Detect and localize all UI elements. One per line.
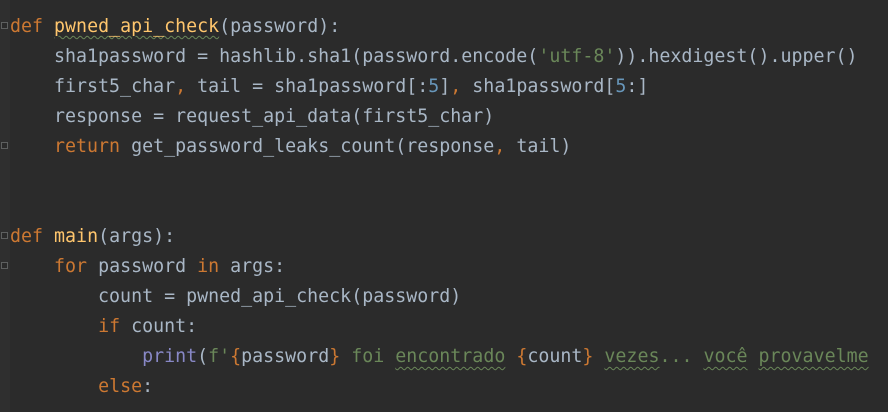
fold-marker-icon[interactable]	[1, 232, 8, 239]
code-line[interactable]: response = request_api_data(first5_char)	[10, 102, 869, 132]
code-token: for	[54, 256, 88, 277]
code-token: 'utf-8'	[538, 46, 616, 67]
editor-gutter	[0, 0, 10, 412]
code-token: get_password_leaks_count(response	[120, 136, 495, 157]
code-line[interactable]: for password in args:	[10, 252, 869, 282]
code-editor[interactable]: def pwned_api_check(password): sha1passw…	[0, 0, 888, 412]
code-line[interactable]: def main(args):	[10, 222, 869, 252]
fold-marker-icon[interactable]	[1, 262, 8, 269]
code-token: else	[98, 376, 143, 397]
code-token: provavelme	[758, 346, 869, 367]
code-line[interactable]: def pwned_api_check(password):	[10, 12, 869, 42]
code-line[interactable]: return get_password_leaks_count(response…	[10, 132, 869, 162]
code-token: count = pwned_api_check(password)	[10, 286, 462, 307]
code-token: (	[197, 346, 209, 367]
code-token: :]	[626, 76, 649, 97]
code-token: você	[703, 346, 748, 367]
code-token: tail)	[505, 136, 572, 157]
code-token: ...	[659, 346, 704, 367]
code-token: 5	[428, 76, 440, 97]
code-line[interactable]	[10, 192, 869, 222]
code-token: response = request_api_data(first5_char)	[10, 106, 495, 127]
code-token: tail = sha1password[:	[186, 76, 429, 97]
code-line[interactable]: print(f'{password} foi encontrado {count…	[10, 342, 869, 372]
code-area[interactable]: def pwned_api_check(password): sha1passw…	[10, 12, 869, 402]
code-token: main	[54, 226, 99, 247]
code-token: ,	[175, 76, 187, 97]
code-token: (args):	[98, 226, 176, 247]
code-token: count:	[120, 316, 198, 337]
code-token: vezes	[604, 346, 660, 367]
code-token: ]	[439, 76, 451, 97]
code-token: {	[230, 346, 242, 367]
code-token: {	[516, 346, 528, 367]
code-line[interactable]: first5_char, tail = sha1password[:5], sh…	[10, 72, 869, 102]
code-token: encontrado	[395, 346, 506, 367]
code-token: print	[142, 346, 198, 367]
code-token: (password):	[219, 16, 341, 37]
fold-marker-icon[interactable]	[1, 22, 8, 29]
code-token: 5	[615, 76, 627, 97]
code-token: }	[329, 346, 341, 367]
code-token: first5_char	[10, 76, 176, 97]
code-token: ,	[450, 76, 462, 97]
code-token: foi	[340, 346, 396, 367]
code-token: def	[10, 16, 44, 37]
code-token: f'	[208, 346, 231, 367]
code-token: count	[527, 346, 583, 367]
code-line[interactable]: sha1password = hashlib.sha1(password.enc…	[10, 42, 869, 72]
code-token: password	[241, 346, 330, 367]
code-token: }	[582, 346, 594, 367]
code-token: def	[10, 226, 44, 247]
code-token: ,	[494, 136, 506, 157]
code-token: :	[142, 376, 154, 397]
code-token: return	[54, 136, 121, 157]
code-token: if	[98, 316, 121, 337]
code-line[interactable]: else:	[10, 372, 869, 402]
code-token: pwned_api_check	[54, 16, 220, 37]
code-line[interactable]: count = pwned_api_check(password)	[10, 282, 869, 312]
code-token: sha1password[	[461, 76, 616, 97]
code-token: sha1password = hashlib.sha1(password.enc…	[10, 46, 539, 67]
code-line[interactable]	[10, 162, 869, 192]
code-token: in	[197, 256, 220, 277]
code-token: )).hexdigest().upper()	[615, 46, 858, 67]
code-token: args:	[219, 256, 286, 277]
code-token: password	[87, 256, 198, 277]
code-line[interactable]: if count:	[10, 312, 869, 342]
fold-marker-icon[interactable]	[1, 142, 8, 149]
